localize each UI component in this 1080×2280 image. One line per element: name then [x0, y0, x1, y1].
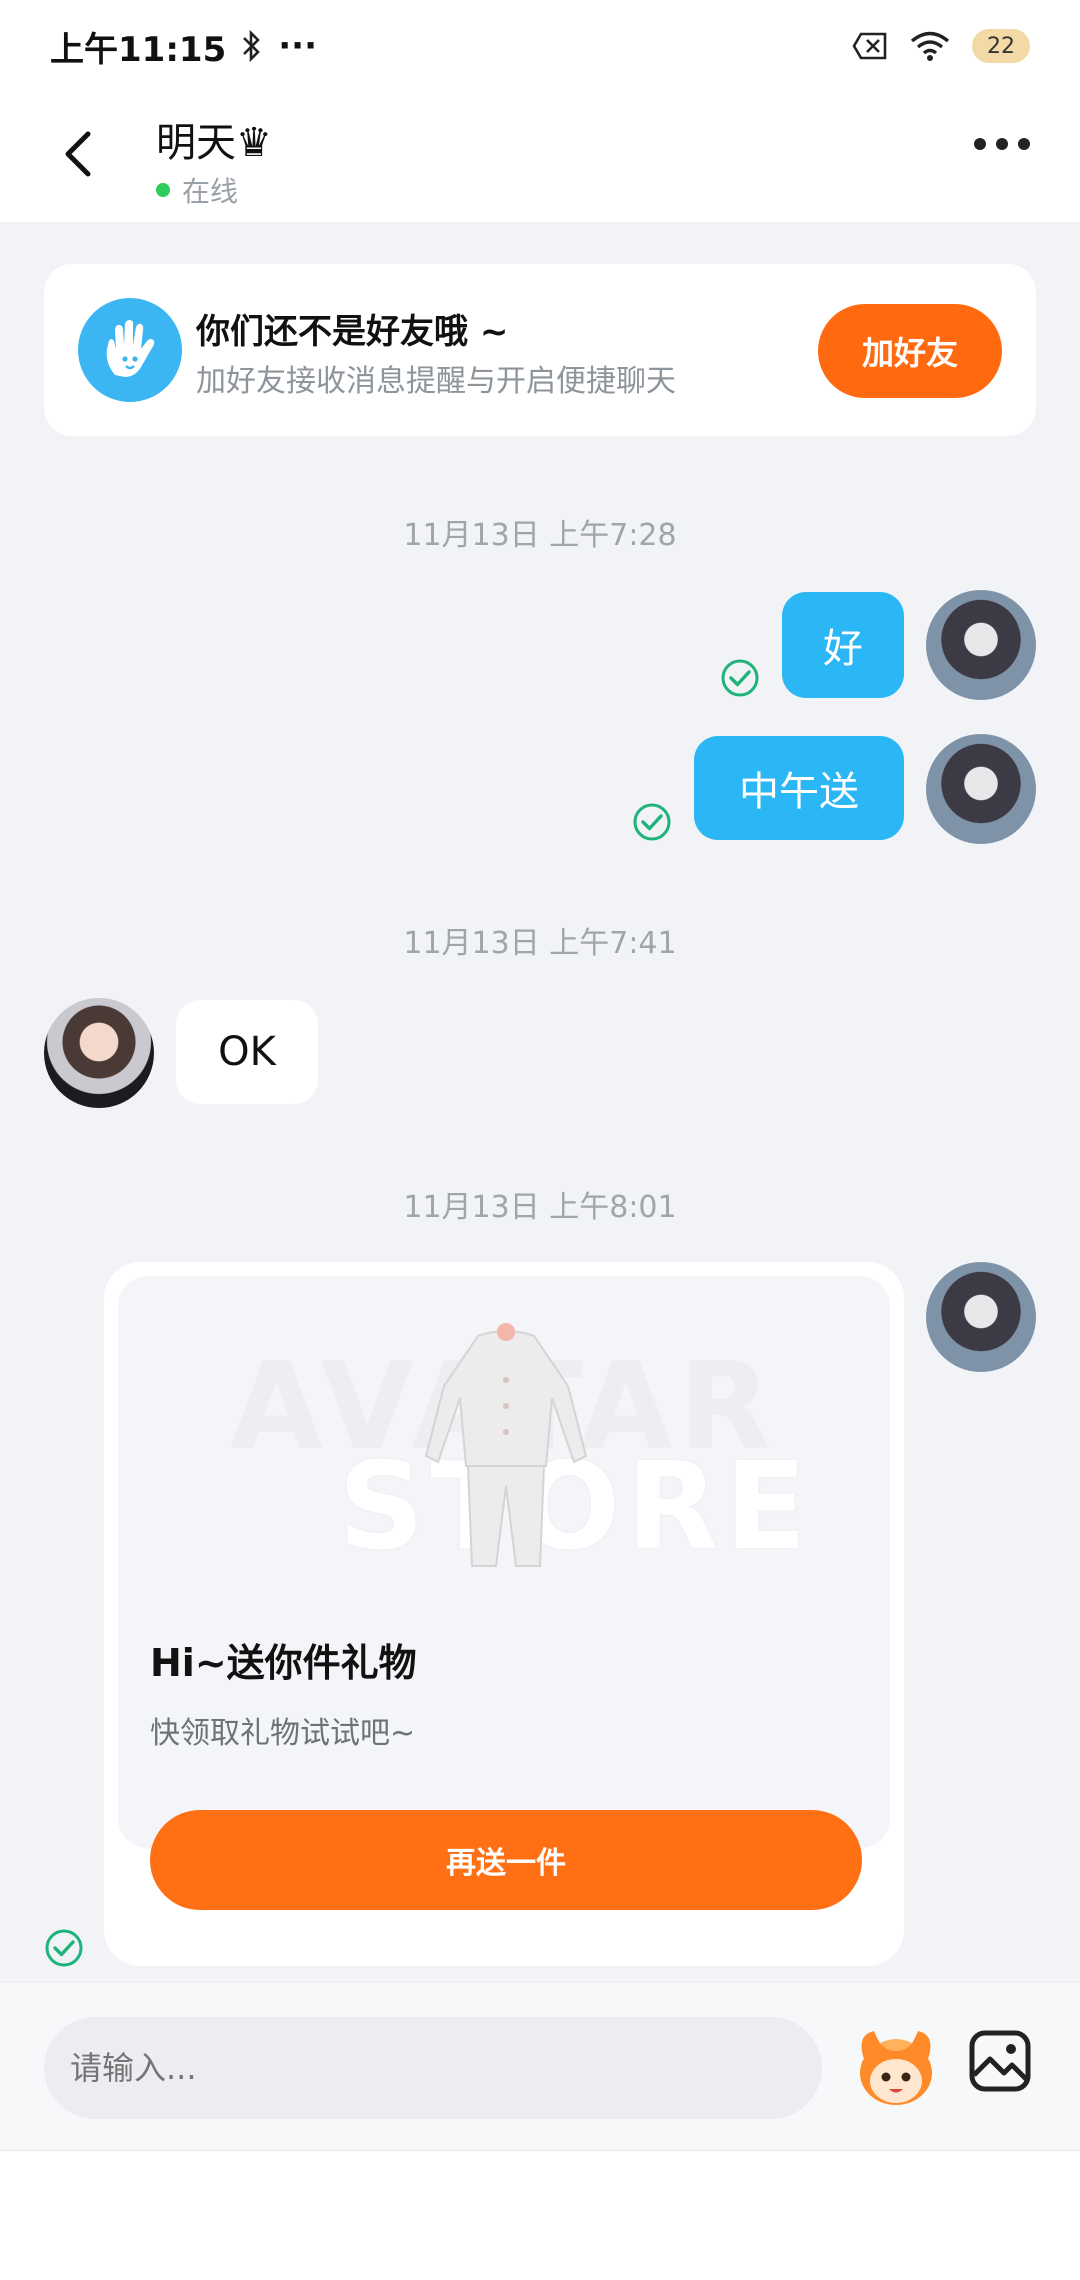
message-timestamp: 11月13日 上午8:01 — [403, 1190, 677, 1225]
friend-banner-title: 你们还不是好友哦 ~ — [196, 312, 509, 352]
mascot-emoji-icon — [860, 2031, 932, 2105]
online-dot-icon — [156, 183, 170, 197]
more-dot-icon — [974, 138, 986, 150]
emoji-button[interactable] — [850, 2021, 942, 2113]
read-check-icon — [633, 803, 671, 841]
status-more-dots: ··· — [278, 26, 317, 66]
add-friend-button[interactable]: 加好友 — [818, 304, 1002, 398]
chevron-left-icon — [65, 131, 91, 177]
hand-wave-icon — [78, 298, 182, 402]
read-check-icon — [721, 659, 759, 697]
status-time: 上午11:15 — [50, 29, 227, 70]
bottom-safe-area — [0, 2150, 1080, 2280]
gift-image: AVATAR STORE — [118, 1276, 890, 1848]
bluetooth-icon — [243, 29, 261, 63]
my-avatar[interactable] — [926, 590, 1036, 700]
send-again-button[interactable]: 再送一件 — [150, 1810, 862, 1910]
image-icon — [969, 2030, 1031, 2092]
message-input[interactable] — [44, 2017, 822, 2119]
read-check-icon — [45, 1929, 83, 1967]
my-avatar[interactable] — [926, 734, 1036, 844]
pajama-outfit-icon — [424, 1323, 588, 1567]
battery-indicator: 22 — [972, 29, 1030, 63]
more-options-button[interactable] — [974, 138, 1030, 150]
more-dot-icon — [996, 138, 1008, 150]
image-button[interactable] — [966, 2027, 1034, 2095]
friend-request-banner: 你们还不是好友哦 ~ 加好友接收消息提醒与开启便捷聊天 加好友 — [44, 264, 1036, 436]
status-bar: 上午11:15 ··· 22 — [0, 0, 1080, 92]
chat-header: 明天♛ 在线 — [0, 92, 1080, 222]
online-status: 在线 — [156, 170, 238, 210]
back-button[interactable] — [50, 124, 110, 184]
contact-avatar[interactable] — [44, 998, 154, 1108]
no-sim-icon — [852, 32, 887, 60]
chat-title: 明天♛ — [156, 120, 272, 166]
received-message-bubble[interactable]: OK — [176, 1000, 318, 1104]
friend-banner-subtitle: 加好友接收消息提醒与开启便捷聊天 — [196, 364, 676, 399]
online-status-label: 在线 — [182, 175, 239, 208]
wifi-icon — [910, 31, 950, 61]
sent-message-bubble[interactable]: 中午送 — [694, 736, 904, 840]
message-timestamp: 11月13日 上午7:41 — [403, 926, 677, 961]
gift-title: Hi~送你件礼物 — [150, 1641, 417, 1685]
message-timestamp: 11月13日 上午7:28 — [403, 518, 677, 553]
gift-card[interactable]: AVATAR STORE Hi~送你件礼物 快领取礼物试试吧~ 再送一件 — [104, 1262, 904, 1966]
my-avatar[interactable] — [926, 1262, 1036, 1372]
input-bar — [0, 1982, 1080, 2150]
more-dot-icon — [1018, 138, 1030, 150]
sent-message-bubble[interactable]: 好 — [782, 592, 904, 698]
gift-subtitle: 快领取礼物试试吧~ — [150, 1716, 416, 1751]
